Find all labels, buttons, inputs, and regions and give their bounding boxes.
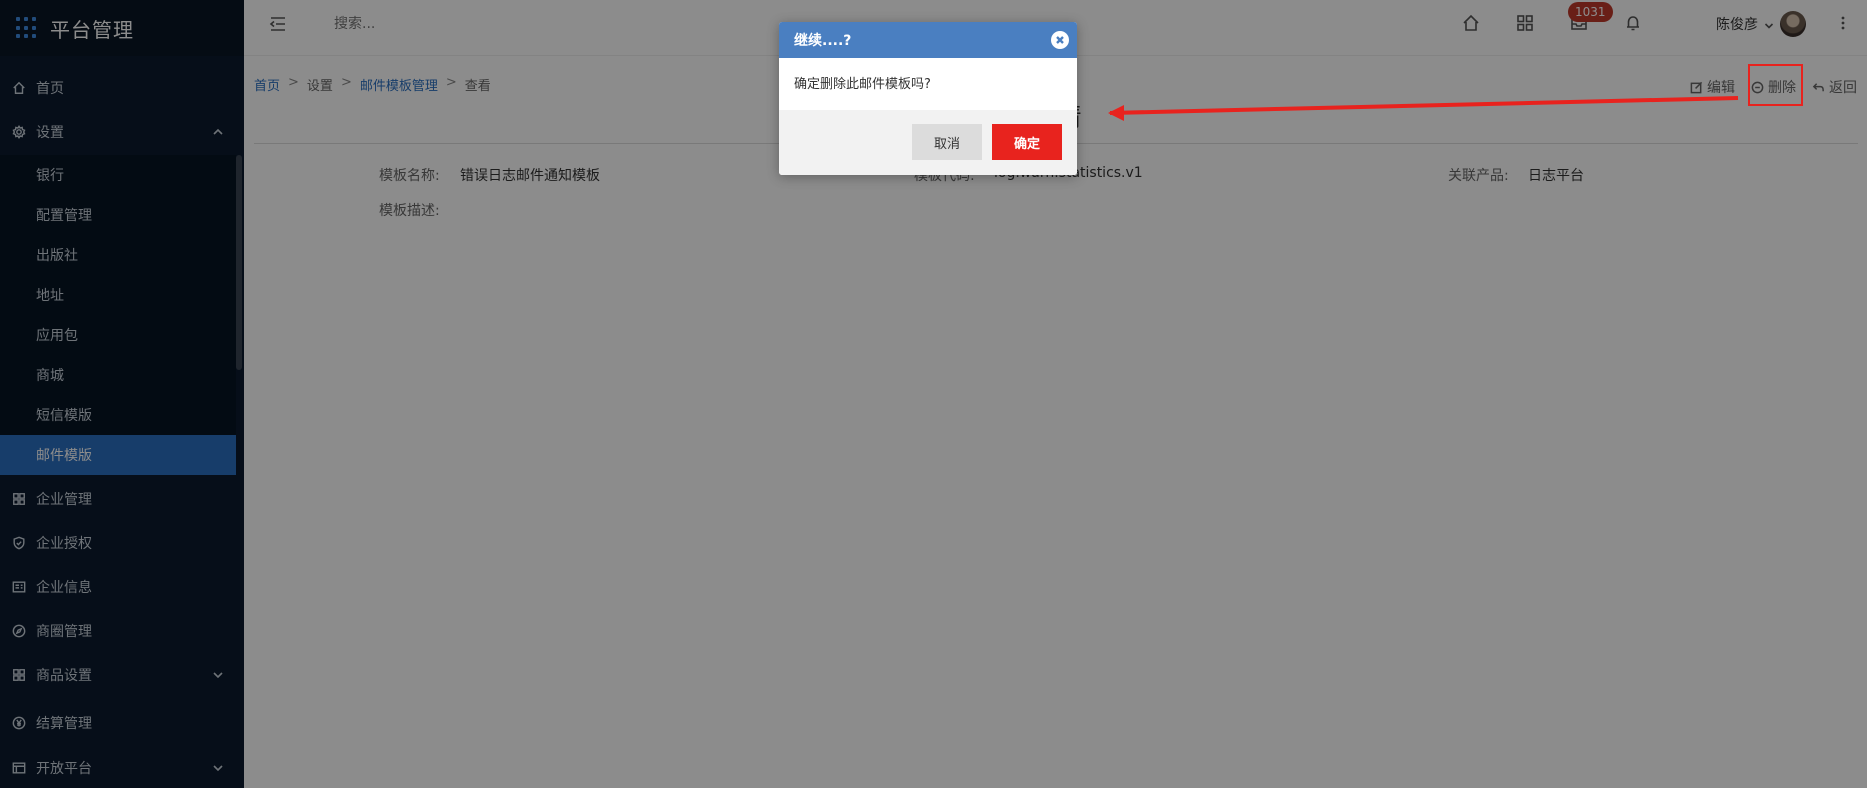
cancel-button[interactable]: 取消: [912, 124, 982, 160]
confirm-dialog: 继续....? 确定删除此邮件模板吗? 取消 确定: [779, 22, 1077, 175]
delete-highlight-box: [1748, 64, 1803, 106]
dialog-header: 继续....?: [779, 22, 1077, 58]
close-icon[interactable]: [1051, 31, 1069, 49]
dialog-footer: 取消 确定: [779, 110, 1077, 175]
confirm-button[interactable]: 确定: [992, 124, 1062, 160]
dialog-title: 继续....?: [794, 33, 852, 49]
